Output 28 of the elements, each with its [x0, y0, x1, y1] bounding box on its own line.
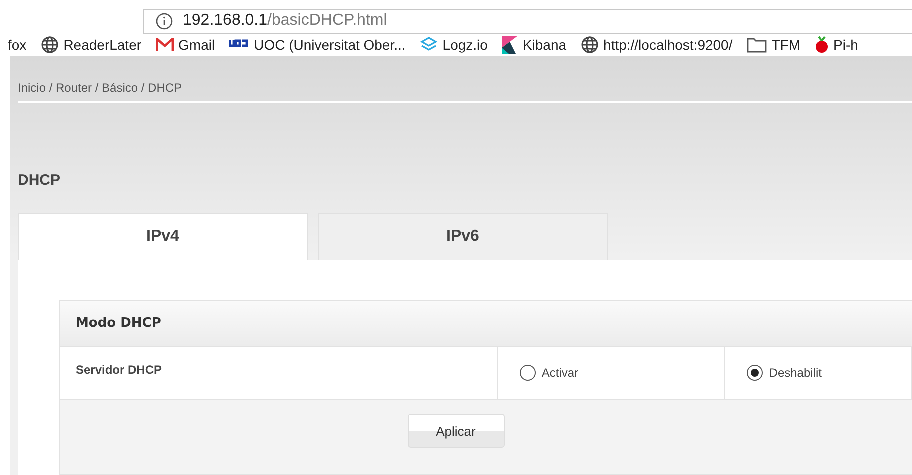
bookmark-item[interactable]: UOC (Universitat Ober...	[229, 37, 406, 53]
bookmark-item[interactable]: fox	[8, 37, 27, 53]
bookmark-item[interactable]: Kibana	[502, 36, 567, 54]
breadcrumb: Inicio / Router / Básico / DHCP	[18, 56, 912, 103]
globe-icon	[40, 36, 59, 54]
globe-icon	[580, 36, 599, 54]
radio-option[interactable]: Deshabilit	[747, 365, 822, 381]
url-text: 192.168.0.1/basicDHCP.html	[183, 12, 388, 30]
radio-option[interactable]: Activar	[520, 365, 579, 381]
bookmark-item[interactable]: Pi-h	[814, 36, 858, 54]
layers-icon	[420, 36, 438, 54]
tab[interactable]: IPv6	[318, 213, 608, 260]
page-title: DHCP	[18, 172, 62, 189]
bookmark-item[interactable]: Logz.io	[420, 36, 488, 54]
bookmark-item[interactable]: Gmail	[156, 37, 216, 53]
row-label: Servidor DHCP	[76, 363, 162, 377]
folder-icon	[746, 37, 767, 53]
address-bar[interactable]: 192.168.0.1/basicDHCP.html	[143, 8, 912, 34]
raspberry-icon	[814, 36, 828, 54]
bookmark-item[interactable]: TFM	[746, 37, 800, 53]
info-icon	[156, 12, 173, 30]
apply-button[interactable]: Aplicar	[408, 414, 504, 448]
tab[interactable]: IPv4	[18, 213, 308, 260]
bookmark-item[interactable]: ReaderLater	[40, 36, 142, 54]
bookmark-item[interactable]: http://localhost:9200/	[580, 36, 733, 54]
kibana-icon	[502, 36, 518, 54]
mail-icon	[156, 38, 174, 52]
section-header: Modo DHCP	[60, 301, 912, 347]
